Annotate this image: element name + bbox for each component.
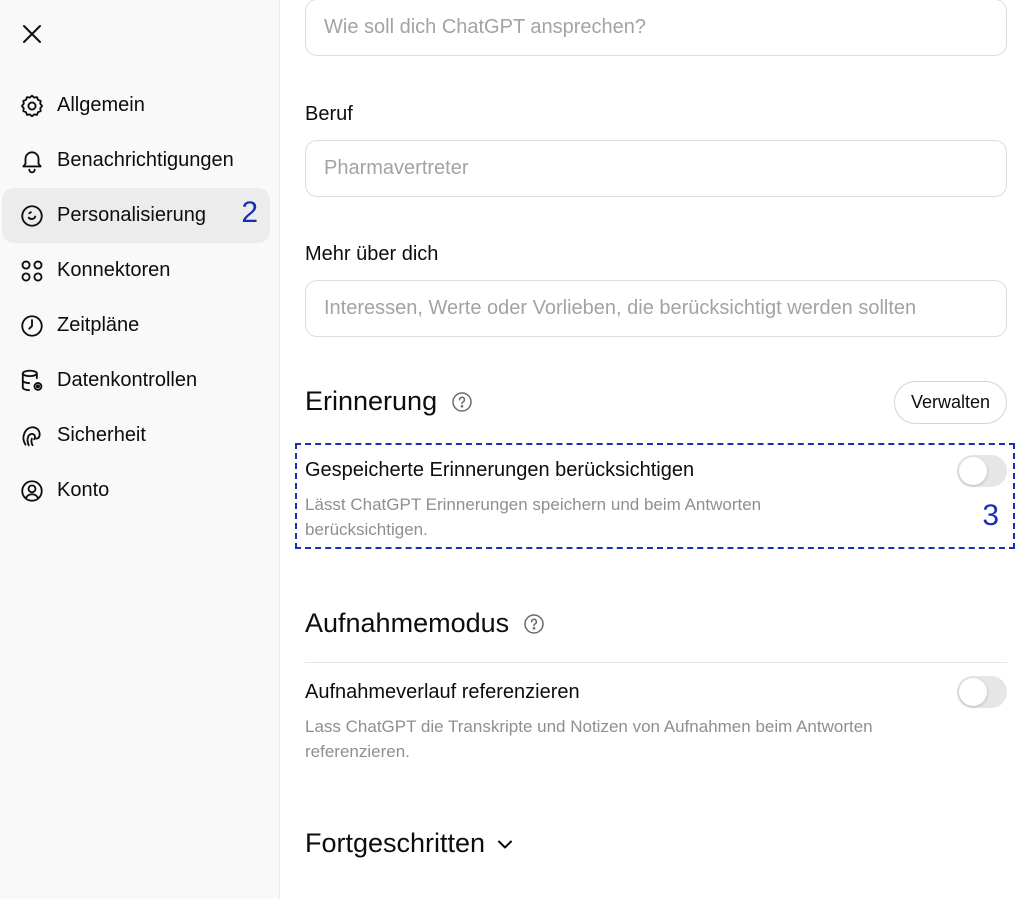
clock-icon xyxy=(18,312,46,340)
nickname-input[interactable] xyxy=(305,0,1007,56)
connectors-icon xyxy=(18,257,46,285)
sidebar-item-label: Datenkontrollen xyxy=(57,369,198,391)
sidebar-item-benachrichtigungen[interactable]: Benachrichtigungen xyxy=(2,133,270,188)
fingerprint-icon xyxy=(18,422,46,450)
sidebar-item-konto[interactable]: Konto xyxy=(2,463,270,518)
personalization-icon xyxy=(18,202,46,230)
close-button[interactable] xyxy=(18,20,46,48)
occupation-label: Beruf xyxy=(305,103,353,125)
saved-memories-description: Lässt ChatGPT Erinnerungen speichern und… xyxy=(305,495,762,539)
chevron-down-icon xyxy=(495,834,515,854)
sidebar-item-zeitplaene[interactable]: Zeitpläne xyxy=(2,298,270,353)
help-icon[interactable] xyxy=(451,391,473,413)
toggle-knob xyxy=(959,457,987,485)
account-icon xyxy=(18,477,46,505)
sidebar-item-label: Zeitpläne xyxy=(57,314,140,336)
toggle-knob xyxy=(959,678,987,706)
recording-history-title: Aufnahmeverlauf referenzieren xyxy=(305,681,580,703)
sidebar-item-label: Personalisierung xyxy=(57,204,206,226)
database-icon xyxy=(18,367,46,395)
bell-icon xyxy=(18,147,46,175)
recording-history-toggle[interactable] xyxy=(957,676,1007,708)
settings-nav: Allgemein Benachrichtigungen Personalisi… xyxy=(2,78,270,518)
sidebar-item-label: Allgemein xyxy=(57,94,145,116)
section-divider xyxy=(305,662,1007,663)
occupation-input[interactable] xyxy=(305,140,1007,197)
sidebar-item-label: Konto xyxy=(57,479,110,501)
recording-title: Aufnahmemodus xyxy=(305,608,510,638)
saved-memories-title: Gespeicherte Erinnerungen berücksichtige… xyxy=(305,459,695,481)
memory-title: Erinnerung xyxy=(305,386,438,416)
recording-history-description: Lass ChatGPT die Transkripte und Notizen… xyxy=(305,717,873,761)
memory-section-title: Erinnerung xyxy=(305,386,473,417)
recording-section-title: Aufnahmemodus xyxy=(305,608,545,639)
sidebar-item-label: Benachrichtigungen xyxy=(57,149,234,171)
close-icon xyxy=(23,25,41,43)
gear-icon xyxy=(18,92,46,120)
sidebar-item-sicherheit[interactable]: Sicherheit xyxy=(2,408,270,463)
sidebar-item-allgemein[interactable]: Allgemein xyxy=(2,78,270,133)
more-about-input[interactable] xyxy=(305,280,1007,337)
advanced-label: Fortgeschritten xyxy=(305,828,486,858)
help-icon[interactable] xyxy=(523,613,545,635)
sidebar-item-personalisierung[interactable]: Personalisierung 2 xyxy=(2,188,270,243)
more-about-label: Mehr über dich xyxy=(305,243,439,265)
annotation-badge: 2 xyxy=(241,196,258,229)
sidebar-item-konnektoren[interactable]: Konnektoren xyxy=(2,243,270,298)
manage-memory-button[interactable]: Verwalten xyxy=(893,381,1007,424)
settings-sidebar: Allgemein Benachrichtigungen Personalisi… xyxy=(0,0,280,899)
saved-memories-toggle[interactable] xyxy=(957,455,1007,487)
advanced-section-toggle[interactable]: Fortgeschritten xyxy=(305,828,515,859)
sidebar-item-datenkontrollen[interactable]: Datenkontrollen xyxy=(2,353,270,408)
sidebar-item-label: Sicherheit xyxy=(57,424,146,446)
annotation-number: 3 xyxy=(982,499,999,532)
sidebar-item-label: Konnektoren xyxy=(57,259,171,281)
